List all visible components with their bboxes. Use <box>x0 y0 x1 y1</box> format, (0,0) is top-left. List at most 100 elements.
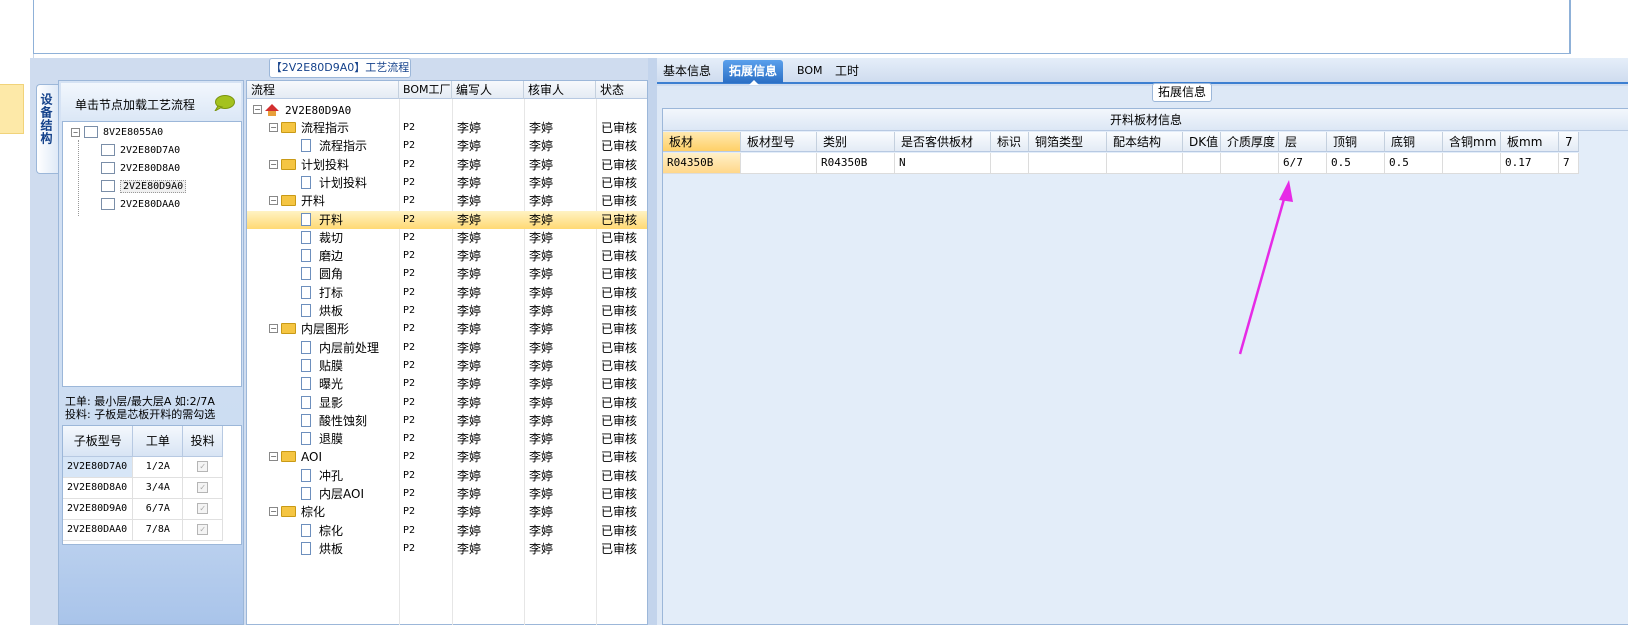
tab-basic-info[interactable]: 基本信息 <box>657 60 717 83</box>
grid-cell[interactable]: R04350B <box>663 153 741 174</box>
flow-step-row[interactable]: 打标 P2 李婷 李婷 已审核 <box>247 284 647 302</box>
tree-node-root[interactable]: − 8V2E8055A0 <box>71 124 163 142</box>
flow-group-row[interactable]: − 棕化 P2 李婷 李婷 已审核 <box>247 503 647 521</box>
cell-sub-model[interactable]: 2V2E80D7A0 <box>63 456 134 478</box>
flow-step-row[interactable]: 贴膜 P2 李婷 李婷 已审核 <box>247 357 647 375</box>
flow-group-row[interactable]: − AOI P2 李婷 李婷 已审核 <box>247 448 647 466</box>
grid-column-header[interactable]: 板mm <box>1501 132 1559 152</box>
tree-node-child[interactable]: 2V2E80DAA0 <box>101 196 180 214</box>
grid-cell[interactable] <box>1107 153 1183 174</box>
collapse-icon[interactable]: − <box>269 196 278 206</box>
grid-column-header[interactable]: 层 <box>1279 132 1327 152</box>
flow-group-row[interactable]: − 内层图形 P2 李婷 李婷 已审核 <box>247 320 647 338</box>
grid-cell[interactable]: 6/7 <box>1279 153 1327 174</box>
tab-work-hours[interactable]: 工时 <box>829 60 865 83</box>
col-reviewer[interactable]: 核审人 <box>524 81 596 99</box>
flow-group-row[interactable]: − 开料 P2 李婷 李婷 已审核 <box>247 192 647 210</box>
tree-node-child[interactable]: 2V2E80D7A0 <box>101 142 180 160</box>
tab-device-structure[interactable]: 设备结构 <box>36 84 58 174</box>
flow-step-row[interactable]: 圆角 P2 李婷 李婷 已审核 <box>247 265 647 283</box>
checkbox-checked-icon[interactable]: ✓ <box>197 503 209 514</box>
flow-step-row[interactable]: 棕化 P2 李婷 李婷 已审核 <box>247 522 647 540</box>
flow-step-row[interactable]: 计划投料 P2 李婷 李婷 已审核 <box>247 174 647 192</box>
grid-column-header[interactable]: 是否客供板材 <box>895 132 991 152</box>
cell-feed[interactable]: ✓ <box>182 498 223 520</box>
grid-column-header[interactable]: 标识 <box>991 132 1029 152</box>
grid-column-header[interactable]: 铜箔类型 <box>1029 132 1107 152</box>
grid-cell[interactable] <box>1443 153 1501 174</box>
cell-work-order[interactable]: 6/7A <box>132 498 184 520</box>
speech-bubble-icon[interactable] <box>213 95 235 111</box>
flow-step-row[interactable]: 内层AOI P2 李婷 李婷 已审核 <box>247 485 647 503</box>
flow-step-row[interactable]: 流程指示 P2 李婷 李婷 已审核 <box>247 137 647 155</box>
col-flow[interactable]: 流程 <box>247 81 399 99</box>
panel-splitter[interactable] <box>648 58 657 625</box>
col-status[interactable]: 状态 <box>596 81 647 99</box>
cell-sub-model[interactable]: 2V2E80D8A0 <box>63 477 134 499</box>
col-writer[interactable]: 编写人 <box>452 81 524 99</box>
grid-cell[interactable]: 0.5 <box>1385 153 1443 174</box>
tree-node-child[interactable]: 2V2E80D8A0 <box>101 160 180 178</box>
col-sub-model[interactable]: 子板型号 <box>63 426 134 457</box>
grid-column-header[interactable]: 底铜 <box>1385 132 1443 152</box>
collapse-icon[interactable]: − <box>71 127 80 137</box>
checkbox-checked-icon[interactable]: ✓ <box>197 524 209 535</box>
checkbox-checked-icon[interactable]: ✓ <box>197 482 209 493</box>
grid-cell[interactable]: 0.17 <box>1501 153 1559 174</box>
flow-group-row[interactable]: − 计划投料 P2 李婷 李婷 已审核 <box>247 156 647 174</box>
tab-bom[interactable]: BOM <box>791 60 829 83</box>
grid-cell[interactable]: 0.5 <box>1327 153 1385 174</box>
checkbox-checked-icon[interactable]: ✓ <box>197 461 209 472</box>
table-row[interactable]: 2V2E80D9A0 6/7A ✓ <box>63 498 223 520</box>
flow-step-row[interactable]: 酸性蚀刻 P2 李婷 李婷 已审核 <box>247 412 647 430</box>
flow-step-row[interactable]: 曝光 P2 李婷 李婷 已审核 <box>247 375 647 393</box>
collapse-icon[interactable]: − <box>269 324 278 334</box>
grid-column-header[interactable]: 板材型号 <box>741 132 817 152</box>
flow-root-row[interactable]: − 2V2E80D9A0 <box>247 101 647 119</box>
table-row[interactable]: 2V2E80D8A0 3/4A ✓ <box>63 477 223 499</box>
grid-cell[interactable]: N <box>895 153 991 174</box>
grid-column-header[interactable]: 板材 <box>663 132 741 152</box>
collapse-icon[interactable]: − <box>269 507 278 517</box>
collapse-icon[interactable]: − <box>269 159 278 169</box>
grid-column-header[interactable]: 类别 <box>817 132 895 152</box>
tree-node-child-selected[interactable]: 2V2E80D9A0 <box>101 178 187 196</box>
table-row[interactable]: 2V2E80D7A0 1/2A ✓ <box>63 456 223 478</box>
collapse-icon[interactable]: − <box>269 452 278 462</box>
flow-step-row[interactable]: 开料 P2 李婷 李婷 已审核 <box>247 210 647 229</box>
flow-step-row[interactable]: 冲孔 P2 李婷 李婷 已审核 <box>247 467 647 485</box>
grid-column-header[interactable]: 顶铜 <box>1327 132 1385 152</box>
col-feed[interactable]: 投料 <box>182 426 223 457</box>
cell-sub-model[interactable]: 2V2E80D9A0 <box>63 498 134 520</box>
flow-step-row[interactable]: 裁切 P2 李婷 李婷 已审核 <box>247 229 647 247</box>
flow-step-row[interactable]: 显影 P2 李婷 李婷 已审核 <box>247 394 647 412</box>
collapse-icon[interactable]: − <box>253 105 262 114</box>
grid-column-header[interactable]: 含铜mm <box>1443 132 1501 152</box>
col-work-order[interactable]: 工单 <box>132 426 184 457</box>
flow-step-row[interactable]: 磨边 P2 李婷 李婷 已审核 <box>247 247 647 265</box>
cell-feed[interactable]: ✓ <box>182 456 223 478</box>
grid-column-header[interactable]: DK值 <box>1183 132 1221 152</box>
collapse-icon[interactable]: − <box>269 123 278 132</box>
grid-cell[interactable] <box>991 153 1029 174</box>
table-row[interactable]: 2V2E80DAA0 7/8A ✓ <box>63 519 223 541</box>
grid-cell[interactable]: 7 <box>1559 153 1579 174</box>
grid-cell[interactable] <box>741 153 817 174</box>
flow-step-row[interactable]: 烘板 P2 李婷 李婷 已审核 <box>247 540 647 558</box>
grid-cell[interactable] <box>1029 153 1107 174</box>
flow-group-row[interactable]: − 流程指示 P2 李婷 李婷 已审核 <box>247 119 647 137</box>
cell-work-order[interactable]: 3/4A <box>132 477 184 499</box>
cell-work-order[interactable]: 1/2A <box>132 456 184 478</box>
cell-feed[interactable]: ✓ <box>182 519 223 541</box>
flow-step-row[interactable]: 退膜 P2 李婷 李婷 已审核 <box>247 430 647 448</box>
cell-feed[interactable]: ✓ <box>182 477 223 499</box>
flow-step-row[interactable]: 烘板 P2 李婷 李婷 已审核 <box>247 302 647 320</box>
grid-column-header[interactable]: 介质厚度 <box>1221 132 1279 152</box>
grid-cell[interactable] <box>1221 153 1279 174</box>
cell-sub-model[interactable]: 2V2E80DAA0 <box>63 519 134 541</box>
flow-step-row[interactable]: 内层前处理 P2 李婷 李婷 已审核 <box>247 339 647 357</box>
cell-work-order[interactable]: 7/8A <box>132 519 184 541</box>
grid-column-header[interactable]: 配本结构 <box>1107 132 1183 152</box>
grid-column-header[interactable]: 7 <box>1559 132 1579 152</box>
col-bom-factory[interactable]: BOM工厂 <box>399 81 452 99</box>
